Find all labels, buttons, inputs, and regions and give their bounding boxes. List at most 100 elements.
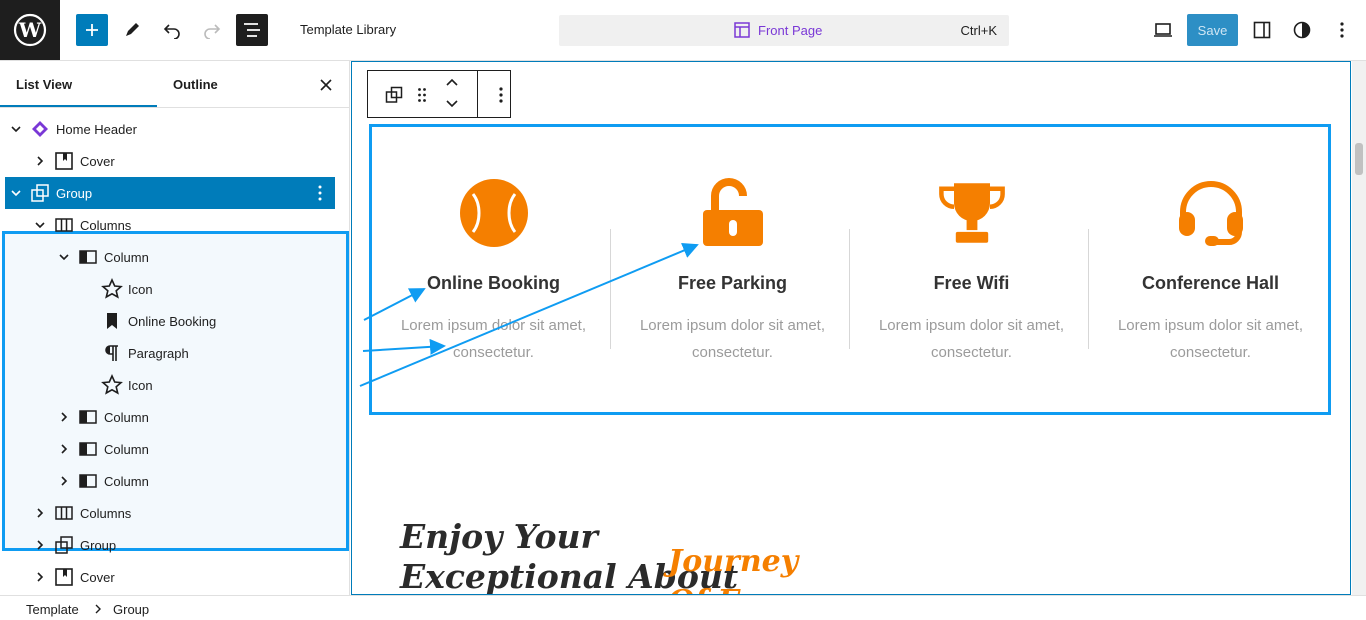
canvas-scrollbar[interactable] — [1352, 61, 1366, 595]
list-view-item-label: Columns — [80, 218, 132, 233]
chevron-right-icon[interactable] — [58, 475, 70, 487]
feature-text: Lorem ipsum dolor sit amet, consectetur. — [878, 317, 1065, 361]
add-block-button[interactable] — [76, 14, 108, 46]
list-view-item-group[interactable]: Group — [5, 177, 335, 209]
list-view-item-label: Column — [104, 442, 149, 457]
chevron-up-icon — [446, 78, 458, 86]
cover-icon — [53, 566, 75, 588]
chevron-down-icon — [446, 100, 458, 108]
feature-title: Conference Hall — [1141, 273, 1280, 293]
star-icon — [101, 374, 123, 396]
feature-column-4[interactable]: Conference Hall Lorem ipsum dolor sit am… — [1091, 177, 1330, 366]
svg-text:W: W — [18, 18, 42, 42]
breadcrumb-item-group[interactable]: Group — [113, 602, 149, 617]
chevron-down-icon[interactable] — [34, 219, 46, 231]
tools-button[interactable] — [116, 14, 148, 46]
list-view-item-column[interactable]: Column — [0, 241, 350, 273]
list-view-item-label: Group — [80, 538, 117, 553]
list-view-item-label: Online Booking — [128, 314, 217, 329]
list-view-item-label: Column — [104, 250, 149, 265]
preview-device-button[interactable] — [1147, 14, 1179, 46]
tab-outline[interactable]: Outline — [173, 77, 218, 92]
chevron-down-icon[interactable] — [58, 251, 70, 263]
sidebar-tabs: List View Outline — [0, 61, 350, 108]
list-view-item-label: Paragraph — [128, 346, 189, 361]
block-breadcrumb: Template Group — [0, 595, 1366, 620]
close-icon — [320, 79, 332, 91]
column-divider — [849, 229, 850, 349]
column-icon — [77, 438, 99, 460]
list-view-item-label: Cover — [80, 570, 115, 585]
settings-toggle-button[interactable] — [1246, 14, 1278, 46]
column-divider — [1088, 229, 1089, 349]
group-icon — [53, 534, 75, 556]
redo-button[interactable] — [196, 14, 228, 46]
list-view-item-group[interactable]: Group — [0, 529, 350, 561]
list-view-item-column[interactable]: Column — [0, 433, 350, 465]
list-view-item-label: Column — [104, 410, 149, 425]
chevron-right-icon[interactable] — [34, 571, 46, 583]
undo-icon — [163, 24, 180, 39]
chevron-right-icon[interactable] — [58, 411, 70, 423]
tab-list-view[interactable]: List View — [16, 77, 72, 92]
list-view-item-label: Group — [56, 186, 93, 201]
drag-handle[interactable] — [406, 79, 438, 111]
document-overview-button[interactable] — [236, 14, 268, 46]
keyboard-shortcut: Ctrl+K — [960, 23, 997, 38]
command-palette-bar[interactable]: Front Page Ctrl+K — [559, 15, 1009, 46]
contrast-icon — [1293, 21, 1311, 39]
redo-icon — [204, 24, 221, 39]
section-accent-heading: Journey Of Ex — [668, 544, 799, 594]
more-vertical-icon — [499, 87, 503, 103]
list-view-item-column[interactable]: Column — [0, 465, 350, 497]
chevron-right-icon[interactable] — [34, 539, 46, 551]
list-view-item-columns[interactable]: Columns — [0, 209, 350, 241]
laptop-icon — [1154, 23, 1172, 37]
chevron-right-icon[interactable] — [34, 507, 46, 519]
options-menu-button[interactable] — [1326, 14, 1358, 46]
more-vertical-icon[interactable] — [318, 185, 322, 204]
pencil-icon — [126, 23, 139, 36]
document-title: Template Library — [300, 22, 397, 37]
editor-canvas[interactable]: Online Booking Lorem ipsum dolor sit ame… — [351, 61, 1351, 595]
list-view-item-icon[interactable]: Icon — [0, 369, 350, 401]
save-button[interactable]: Save — [1187, 14, 1238, 46]
list-view-item-column[interactable]: Column — [0, 401, 350, 433]
plus-icon — [86, 24, 98, 36]
paragraph-icon — [101, 342, 123, 364]
template-part-icon — [29, 118, 51, 140]
column-icon — [77, 246, 99, 268]
list-view-item-online-booking[interactable]: Online Booking — [0, 305, 350, 337]
list-view-item-label: Columns — [80, 506, 132, 521]
chevron-right-icon[interactable] — [58, 443, 70, 455]
move-down-button[interactable] — [436, 93, 468, 115]
list-view-item-label: Cover — [80, 154, 115, 169]
list-view-item-paragraph[interactable]: Paragraph — [0, 337, 350, 369]
block-options-button[interactable] — [485, 79, 517, 111]
chevron-right-icon — [94, 602, 102, 617]
styles-button[interactable] — [1286, 14, 1318, 46]
move-up-button[interactable] — [436, 71, 468, 93]
undo-button[interactable] — [156, 14, 188, 46]
close-sidebar-button[interactable] — [316, 75, 336, 95]
list-view-item-columns[interactable]: Columns — [0, 497, 350, 529]
chevron-right-icon[interactable] — [34, 155, 46, 167]
list-view-item-icon[interactable]: Icon — [0, 273, 350, 305]
trophy-icon — [936, 177, 1008, 249]
feature-column-3[interactable]: Free Wifi Lorem ipsum dolor sit amet, co… — [852, 177, 1091, 366]
group-icon — [29, 182, 51, 204]
headset-icon — [1175, 177, 1247, 249]
list-view-item-label: Icon — [128, 378, 153, 393]
list-view-item-label: Icon — [128, 282, 153, 297]
list-view-icon — [244, 23, 260, 37]
wordpress-logo-icon[interactable]: W — [0, 0, 60, 60]
list-view-sidebar: List View Outline Home Header Cover Group C… — [0, 61, 350, 595]
chevron-down-icon[interactable] — [10, 187, 22, 199]
chevron-down-icon[interactable] — [10, 123, 22, 135]
list-view-item-cover[interactable]: Cover — [0, 561, 350, 593]
breadcrumb-item-template[interactable]: Template — [26, 602, 79, 617]
list-view-item-cover[interactable]: Cover — [0, 145, 350, 177]
list-view-item-label: Home Header — [56, 122, 137, 137]
list-view-item-home-header[interactable]: Home Header — [0, 113, 350, 145]
feature-text: Lorem ipsum dolor sit amet, consectetur. — [1117, 317, 1304, 361]
